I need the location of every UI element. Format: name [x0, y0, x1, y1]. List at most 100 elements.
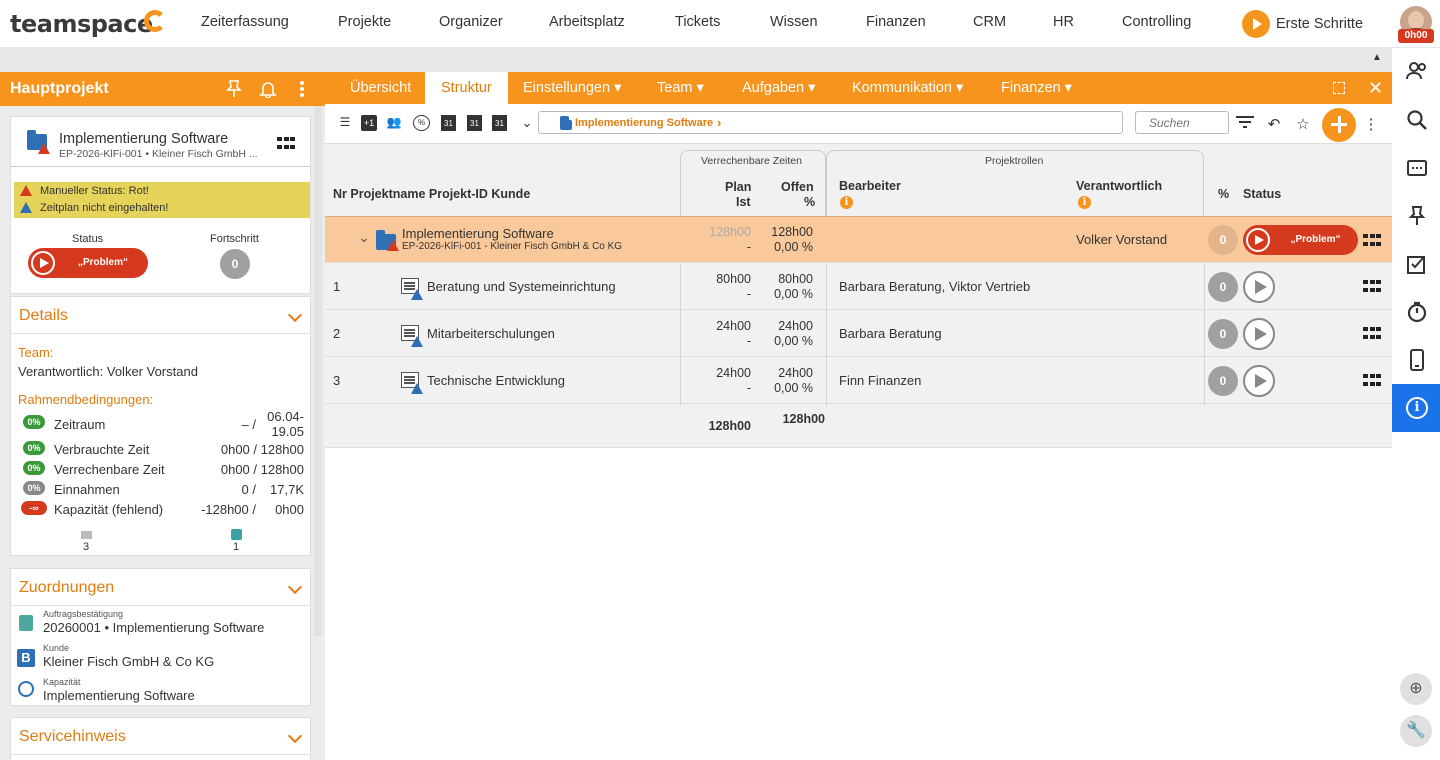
breadcrumb[interactable]: Implementierung Software › — [538, 111, 1123, 134]
row-nr: 3 — [333, 373, 341, 388]
chevron-down-icon[interactable] — [287, 307, 303, 323]
close-icon[interactable]: ✕ — [1368, 78, 1383, 99]
grid-menu-icon[interactable] — [1363, 280, 1381, 294]
row-status-play-button[interactable] — [1243, 365, 1275, 397]
bell-icon[interactable] — [259, 80, 277, 99]
col-header-status[interactable]: Status — [1243, 187, 1281, 201]
col-header-percent[interactable]: % — [1218, 187, 1229, 201]
tab-uebersicht[interactable]: Übersicht — [350, 80, 411, 96]
nav-finanzen[interactable]: Finanzen — [866, 14, 926, 30]
badge-zeitraum: 0% — [23, 415, 45, 429]
list-view-icon[interactable]: ☰ — [336, 115, 354, 131]
warning-blue-icon — [411, 289, 423, 300]
assignment-customer-link[interactable]: Kleiner Fisch GmbH & Co KG — [43, 654, 214, 669]
pin-icon[interactable] — [225, 80, 243, 98]
assignment-capacity-link[interactable]: Implementierung Software — [43, 688, 195, 703]
teamspace-logo[interactable]: teamspace — [10, 10, 153, 38]
add-subproject-icon[interactable]: +1 — [361, 115, 377, 131]
col-header-offen[interactable]: Offen — [781, 180, 814, 194]
parent-status-problem-button[interactable]: „Problem“ — [1243, 225, 1358, 255]
tab-team[interactable]: Team ▾ — [657, 80, 704, 96]
left-panel-title: Hauptprojekt — [10, 80, 109, 97]
grid-menu-icon[interactable] — [1363, 327, 1381, 341]
grid-menu-icon[interactable] — [277, 137, 295, 151]
nav-wissen[interactable]: Wissen — [770, 14, 818, 30]
col-header-verantwortlich[interactable]: Verantwortlich — [1076, 179, 1162, 193]
pin-icon[interactable] — [1406, 205, 1428, 227]
grid-menu-icon[interactable] — [1363, 234, 1381, 248]
tab-aufgaben[interactable]: Aufgaben ▾ — [742, 80, 815, 96]
row-nr: 2 — [333, 326, 341, 341]
info-icon[interactable]: i — [840, 196, 853, 209]
row-name[interactable]: Beratung und Systemeinrichtung — [427, 279, 616, 294]
timer-icon[interactable] — [1406, 301, 1428, 323]
col-header-bearbeiter[interactable]: Bearbeiter — [839, 179, 901, 193]
nav-hr[interactable]: HR — [1053, 14, 1074, 30]
add-widget-icon[interactable]: ⊕ — [1400, 673, 1432, 705]
nav-arbeitsplatz[interactable]: Arbeitsplatz — [549, 14, 625, 30]
search-input[interactable] — [1135, 111, 1229, 134]
more-vertical-icon[interactable]: ⋮ — [1362, 115, 1380, 133]
row-name[interactable]: Technische Entwicklung — [427, 373, 565, 388]
table-row[interactable]: 2 Mitarbeiterschulungen 24h00 - 24h00 0,… — [325, 310, 1392, 357]
tab-kommunikation[interactable]: Kommunikation ▾ — [852, 80, 963, 96]
table-row[interactable]: 3 Technische Entwicklung 24h00 - 24h00 0… — [325, 357, 1392, 404]
chevron-right-icon: › — [717, 115, 722, 130]
contacts-icon[interactable] — [1406, 61, 1428, 83]
collapse-up-icon[interactable]: ▲ — [1372, 52, 1382, 63]
col-header-plan[interactable]: Plan — [725, 180, 751, 194]
tasks-checklist-icon[interactable] — [1406, 253, 1428, 275]
row-status-play-button[interactable] — [1243, 271, 1275, 303]
nav-tickets[interactable]: Tickets — [675, 14, 720, 30]
nav-controlling[interactable]: Controlling — [1122, 14, 1191, 30]
left-scrollbar[interactable] — [314, 106, 322, 636]
row-name[interactable]: Mitarbeiterschulungen — [427, 326, 555, 341]
team-icon[interactable]: 👥 — [385, 115, 403, 131]
table-row-parent[interactable]: ⌄ Implementierung Software EP-2026-KlFi-… — [325, 216, 1392, 263]
undo-icon[interactable]: ↶ — [1265, 115, 1283, 133]
tab-einstellungen[interactable]: Einstellungen ▾ — [523, 80, 621, 96]
tab-struktur[interactable]: Struktur — [425, 72, 508, 104]
star-icon[interactable]: ☆ — [1294, 115, 1312, 133]
chevron-down-icon[interactable]: ⌄ — [518, 115, 536, 131]
breadcrumb-item[interactable]: Implementierung Software — [575, 117, 713, 129]
row-status-play-button[interactable] — [1243, 318, 1275, 350]
search-icon[interactable] — [1406, 109, 1428, 131]
nav-organizer[interactable]: Organizer — [439, 14, 503, 30]
info-panel-button[interactable]: i — [1392, 384, 1440, 432]
grid-menu-icon[interactable] — [1363, 374, 1381, 388]
calendar-icon-2[interactable]: 31 — [467, 115, 482, 131]
people-count: 1 — [233, 541, 240, 553]
col-header-main[interactable]: Nr Projektname Projekt-ID Kunde — [333, 187, 530, 201]
status-value: „Problem“ — [77, 257, 128, 268]
more-vertical-icon[interactable] — [293, 80, 311, 98]
percent-icon[interactable]: % — [413, 115, 430, 131]
nav-zeiterfassung[interactable]: Zeiterfassung — [201, 14, 289, 30]
calendar-icon-3[interactable]: 31 — [492, 115, 507, 131]
table-row[interactable]: 1 Beratung und Systemeinrichtung 80h00 -… — [325, 263, 1392, 310]
info-icon[interactable]: i — [1078, 196, 1091, 209]
erste-schritte-button[interactable]: Erste Schritte — [1242, 10, 1363, 38]
nav-projekte[interactable]: Projekte — [338, 14, 391, 30]
add-button[interactable] — [1322, 108, 1356, 142]
calendar-icon-1[interactable]: 31 — [441, 115, 456, 131]
parent-percent-circle: 0 — [1208, 225, 1238, 255]
nav-crm[interactable]: CRM — [973, 14, 1006, 30]
wrench-icon[interactable]: 🔧 — [1400, 715, 1432, 747]
tab-finanzen[interactable]: Finanzen ▾ — [1001, 80, 1072, 96]
col-header-ist[interactable]: Ist — [736, 195, 751, 209]
assignment-label-order: Auftragsbestätigung — [43, 609, 124, 619]
chevron-down-icon[interactable] — [287, 579, 303, 595]
assignment-order-link[interactable]: 20260001 • Implementierung Software — [43, 620, 264, 635]
parent-project-name[interactable]: Implementierung Software — [402, 226, 554, 241]
collapse-chevron-icon[interactable]: ⌄ — [358, 229, 370, 246]
status-problem-button[interactable]: „Problem“ — [28, 248, 148, 278]
alert-box: Manueller Status: Rot! Zeitplan nicht ei… — [14, 182, 310, 218]
chevron-down-icon[interactable] — [287, 728, 303, 744]
fullscreen-icon[interactable] — [1333, 82, 1345, 94]
alert-schedule: Zeitplan nicht eingehalten! — [40, 202, 169, 214]
parent-offen-pct: 0,00 % — [774, 240, 813, 254]
filter-icon[interactable] — [1235, 115, 1255, 131]
inbox-icon[interactable] — [1406, 157, 1428, 179]
mobile-icon[interactable] — [1406, 349, 1428, 371]
